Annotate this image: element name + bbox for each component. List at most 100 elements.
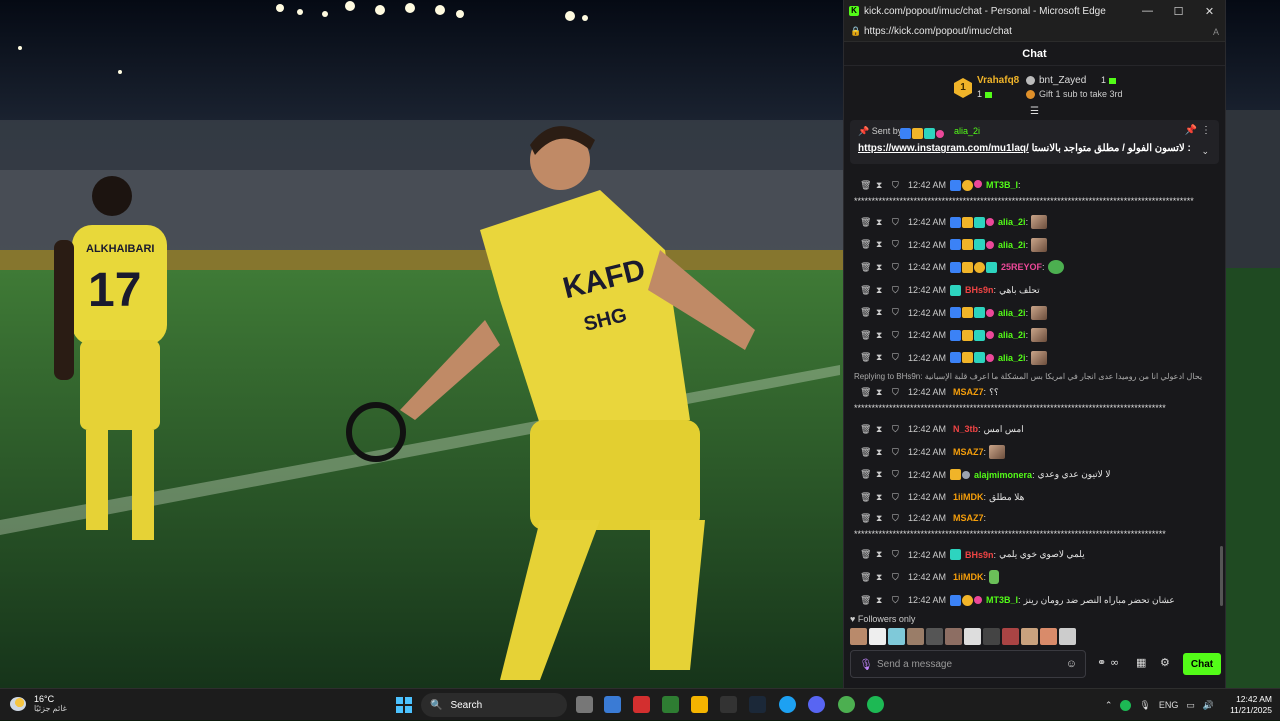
ban-icon[interactable]: ⛉	[892, 572, 908, 583]
delete-icon[interactable]: 🗑	[860, 239, 876, 250]
ban-icon[interactable]: ⛉	[892, 239, 908, 250]
delete-icon[interactable]: 🗑	[860, 285, 876, 296]
ban-icon[interactable]: ⛉	[892, 217, 908, 228]
delete-icon[interactable]: 🗑	[860, 424, 876, 435]
settings-gear-icon[interactable]: ⚙	[1160, 656, 1170, 669]
timeout-icon[interactable]: ⧗	[876, 352, 892, 363]
timeout-icon[interactable]: ⧗	[876, 239, 892, 250]
quick-emote[interactable]	[1040, 628, 1057, 645]
language-indicator[interactable]: ENG	[1159, 700, 1179, 710]
taskbar-clock[interactable]: 12:42 AM 11/21/2025	[1230, 694, 1272, 716]
kick-points-icon[interactable]: ⚭	[1097, 656, 1106, 669]
scrollbar[interactable]	[1220, 546, 1223, 606]
ban-icon[interactable]: ⛉	[892, 492, 908, 503]
ban-icon[interactable]: ⛉	[892, 424, 908, 435]
steam-icon[interactable]	[749, 696, 766, 713]
ban-icon[interactable]: ⛉	[892, 595, 908, 606]
filter-icon[interactable]: ☰	[1030, 106, 1039, 117]
store-icon[interactable]	[604, 696, 621, 713]
weather-widget[interactable]: 16°C غائم جزئيًا	[10, 694, 67, 713]
delete-icon[interactable]: 🗑	[860, 217, 876, 228]
read-aloud-icon[interactable]: A	[1213, 27, 1219, 37]
delete-icon[interactable]: 🗑	[860, 330, 876, 341]
start-menu-icon[interactable]	[396, 697, 412, 713]
pinned-link[interactable]: https://www.instagram.com/mu1laq/	[858, 143, 1029, 154]
send-chat-button[interactable]: Chat	[1183, 653, 1221, 675]
message-username[interactable]: alia_2i	[998, 308, 1026, 318]
maximize-button[interactable]: ☐	[1163, 5, 1194, 18]
volume-icon[interactable]: 🔊	[1203, 700, 1214, 711]
ban-icon[interactable]: ⛉	[892, 469, 908, 480]
delete-icon[interactable]: 🗑	[860, 595, 876, 606]
timeout-icon[interactable]: ⧗	[876, 307, 892, 318]
delete-icon[interactable]: 🗑	[860, 262, 876, 273]
close-button[interactable]: ✕	[1194, 5, 1225, 18]
pin-icon[interactable]: 📌	[1185, 125, 1197, 136]
chat-input-box[interactable]: 🎙 ☺	[850, 650, 1086, 678]
delete-icon[interactable]: 🗑	[860, 180, 876, 191]
timeout-icon[interactable]: ⧗	[876, 572, 892, 583]
reply-context[interactable]: Replying to BHs9n: يحال ادعولي انا من رو…	[850, 369, 1220, 383]
leaderboard-first-name[interactable]: Vrahafq8	[977, 75, 1019, 86]
chevron-up-icon[interactable]: ⌃	[1105, 700, 1113, 711]
message-username[interactable]: alajmimonera	[974, 470, 1032, 480]
message-username[interactable]: alia_2i	[998, 330, 1026, 340]
quick-emote[interactable]	[850, 628, 867, 645]
emote-image[interactable]	[1031, 237, 1048, 252]
ban-icon[interactable]: ⛉	[892, 513, 908, 524]
timeout-icon[interactable]: ⧗	[876, 513, 892, 524]
delete-icon[interactable]: 🗑	[860, 352, 876, 363]
emote-image[interactable]	[989, 445, 1006, 460]
timeout-icon[interactable]: ⧗	[876, 595, 892, 606]
epic-games-icon[interactable]	[720, 696, 737, 713]
message-username[interactable]: N_3tb	[953, 424, 978, 434]
spotify-icon[interactable]	[867, 696, 884, 713]
message-username[interactable]: 1iiMDK	[953, 492, 984, 502]
quick-emote[interactable]	[964, 628, 981, 645]
spotify-tray-icon[interactable]	[1120, 699, 1132, 711]
emote-image[interactable]	[1031, 328, 1048, 343]
timeout-icon[interactable]: ⧗	[876, 387, 892, 398]
timeout-icon[interactable]: ⧗	[876, 217, 892, 228]
url-text[interactable]: https://kick.com/popout/imuc/chat	[864, 26, 1213, 37]
quick-emote[interactable]	[926, 628, 943, 645]
pinned-sent-by-user[interactable]: alia_2i	[954, 126, 980, 136]
message-username[interactable]: BHs9n	[965, 550, 994, 560]
chevron-down-icon[interactable]: ⌄	[1201, 146, 1209, 157]
delete-icon[interactable]: 🗑	[860, 549, 876, 560]
message-username[interactable]: MSAZ7	[953, 513, 984, 523]
timeout-icon[interactable]: ⧗	[876, 492, 892, 503]
leaderboard-second-name[interactable]: bnt_Zayed	[1039, 75, 1086, 86]
quick-emote[interactable]	[945, 628, 962, 645]
timeout-icon[interactable]: ⧗	[876, 447, 892, 458]
network-icon[interactable]: ▭	[1186, 700, 1195, 711]
ban-icon[interactable]: ⛉	[892, 262, 908, 273]
emote-image[interactable]	[1031, 350, 1048, 365]
ban-icon[interactable]: ⛉	[892, 307, 908, 318]
delete-icon[interactable]: 🗑	[860, 572, 876, 583]
gift-prompt[interactable]: Gift 1 sub to take 3rd	[1039, 89, 1123, 99]
timeout-icon[interactable]: ⧗	[876, 424, 892, 435]
quick-emote[interactable]	[1059, 628, 1076, 645]
chrome-icon[interactable]	[838, 696, 855, 713]
more-options-icon[interactable]: ⋮	[1201, 125, 1211, 136]
chat-input[interactable]	[877, 658, 1066, 670]
address-bar[interactable]: 🔒 https://kick.com/popout/imuc/chat A	[844, 22, 1225, 42]
ban-icon[interactable]: ⛉	[892, 387, 908, 398]
quick-emote[interactable]	[869, 628, 886, 645]
emote-image[interactable]	[1031, 215, 1048, 230]
infinity-icon[interactable]: ∞	[1110, 656, 1119, 669]
emote-image[interactable]	[989, 570, 1000, 585]
timeout-icon[interactable]: ⧗	[876, 469, 892, 480]
emoji-icon[interactable]: ☺	[1066, 658, 1077, 670]
ban-icon[interactable]: ⛉	[892, 285, 908, 296]
ban-icon[interactable]: ⛉	[892, 447, 908, 458]
message-username[interactable]: alia_2i	[998, 240, 1026, 250]
microphone-icon[interactable]: 🎙	[859, 658, 877, 671]
message-username[interactable]: BHs9n	[965, 285, 994, 295]
quick-emote[interactable]	[1002, 628, 1019, 645]
delete-icon[interactable]: 🗑	[860, 387, 876, 398]
ban-icon[interactable]: ⛉	[892, 180, 908, 191]
timeout-icon[interactable]: ⧗	[876, 330, 892, 341]
quick-emote[interactable]	[983, 628, 1000, 645]
